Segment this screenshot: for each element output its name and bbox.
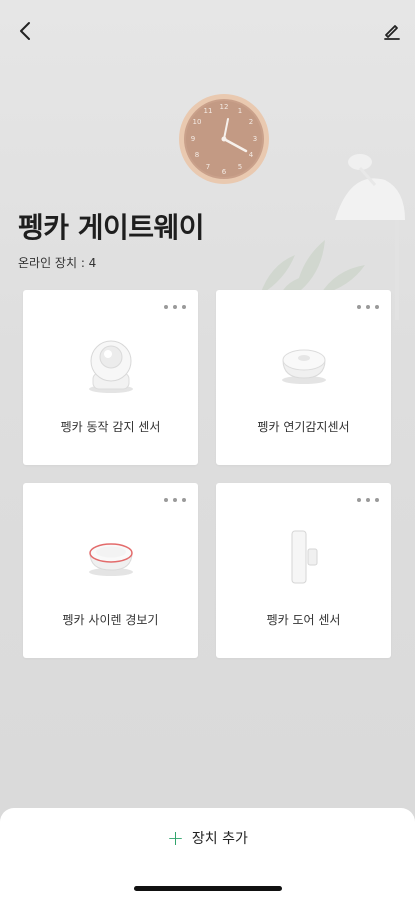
svg-text:9: 9 <box>191 135 195 143</box>
bottom-sheet: + 장치 추가 <box>0 808 415 900</box>
dot <box>366 305 370 309</box>
edit-button[interactable] <box>377 16 407 46</box>
svg-text:3: 3 <box>253 135 257 143</box>
svg-text:1: 1 <box>238 107 242 115</box>
svg-text:11: 11 <box>204 107 213 115</box>
smoke-detector-icon <box>264 334 344 394</box>
svg-text:4: 4 <box>249 151 254 159</box>
more-options-button[interactable] <box>357 302 379 312</box>
dot <box>173 305 177 309</box>
dot <box>357 498 361 502</box>
motion-sensor-icon <box>71 334 151 394</box>
device-card-siren[interactable]: 펭카 사이렌 경보기 <box>23 483 198 658</box>
plus-icon: + <box>167 826 184 850</box>
device-name: 펭카 연기감지센서 <box>257 420 350 434</box>
door-sensor-icon <box>264 527 344 587</box>
dot <box>375 305 379 309</box>
pencil-icon <box>384 25 400 40</box>
home-indicator[interactable] <box>134 886 282 891</box>
siren-icon <box>71 527 151 587</box>
svg-text:12: 12 <box>220 103 229 111</box>
device-card-door-sensor[interactable]: 펭카 도어 센서 <box>216 483 391 658</box>
online-device-count: 온라인 장치 : 4 <box>18 256 97 270</box>
device-card-smoke-detector[interactable]: 펭카 연기감지센서 <box>216 290 391 465</box>
back-button[interactable] <box>10 16 40 46</box>
dot <box>164 498 168 502</box>
page-title: 펭카 게이트웨이 <box>18 211 205 244</box>
wall-clock-decoration: 12 12 3 45 6 78 9 1011 <box>179 94 269 184</box>
device-name: 펭카 동작 감지 센서 <box>60 420 161 434</box>
more-options-button[interactable] <box>357 495 379 505</box>
dot <box>182 498 186 502</box>
dot <box>366 498 370 502</box>
svg-text:2: 2 <box>249 118 253 126</box>
add-device-label: 장치 추가 <box>191 831 248 847</box>
svg-text:7: 7 <box>206 163 210 171</box>
device-name: 펭카 도어 센서 <box>266 613 341 627</box>
dot <box>182 305 186 309</box>
more-options-button[interactable] <box>164 495 186 505</box>
top-bar <box>0 14 415 50</box>
svg-text:5: 5 <box>238 163 242 171</box>
more-options-button[interactable] <box>164 302 186 312</box>
add-device-button[interactable]: + 장치 추가 <box>0 826 415 850</box>
device-card-motion-sensor[interactable]: 펭카 동작 감지 센서 <box>23 290 198 465</box>
dot <box>357 305 361 309</box>
dot <box>173 498 177 502</box>
chevron-left-icon <box>20 22 30 40</box>
dot <box>164 305 168 309</box>
svg-text:6: 6 <box>222 168 227 176</box>
svg-text:10: 10 <box>193 118 202 126</box>
device-screen: 12 1 2 3 45 6 78 9 10 11 펭카 게이트웨이 온라인 장치:… <box>0 0 415 900</box>
dot <box>375 498 379 502</box>
device-name: 펭카 사이렌 경보기 <box>62 613 159 627</box>
svg-text:8: 8 <box>195 151 199 159</box>
